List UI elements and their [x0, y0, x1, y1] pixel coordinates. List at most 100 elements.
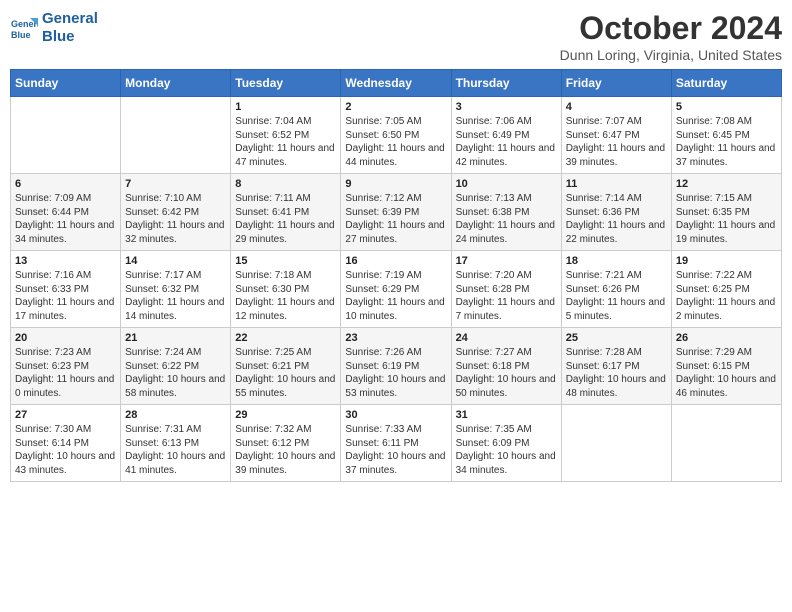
calendar-cell: 26Sunrise: 7:29 AM Sunset: 6:15 PM Dayli… [671, 328, 781, 405]
cell-info: Sunrise: 7:24 AM Sunset: 6:22 PM Dayligh… [125, 346, 226, 400]
calendar-cell: 5Sunrise: 7:08 AM Sunset: 6:45 PM Daylig… [671, 97, 781, 174]
day-number: 28 [125, 409, 226, 421]
weekday-header-sunday: Sunday [11, 70, 121, 97]
calendar-cell: 27 Sunrise: 7:30 AM Sunset: 6:14 PM Dayli… [11, 405, 121, 482]
cell-info: Sunrise: 7:26 AM Sunset: 6:19 PM Dayligh… [345, 346, 446, 400]
calendar-week-4: 20 Sunrise: 7:23 AM Sunset: 6:23 PM Dayli… [11, 328, 782, 405]
cell-info: Sunrise: 7:12 AM Sunset: 6:39 PM Dayligh… [345, 192, 446, 246]
day-number: 9 [345, 178, 446, 190]
calendar-cell [121, 97, 231, 174]
cell-info: Sunrise: 7:20 AM Sunset: 6:28 PM Dayligh… [456, 269, 557, 323]
day-number: 3 [456, 101, 557, 113]
calendar-cell: 28Sunrise: 7:31 AM Sunset: 6:13 PM Dayli… [121, 405, 231, 482]
day-number: 7 [125, 178, 226, 190]
cell-info: Sunrise: 7:35 AM Sunset: 6:09 PM Dayligh… [456, 423, 557, 477]
cell-info: Sunrise: 7:23 AM Sunset: 6:23 PM Dayligh… [15, 346, 116, 400]
logo-text: General Blue [42, 10, 98, 46]
cell-info: Sunrise: 7:30 AM Sunset: 6:14 PM Dayligh… [15, 423, 116, 477]
weekday-header-saturday: Saturday [671, 70, 781, 97]
cell-info: Sunrise: 7:22 AM Sunset: 6:25 PM Dayligh… [676, 269, 777, 323]
calendar-cell: 20 Sunrise: 7:23 AM Sunset: 6:23 PM Dayli… [11, 328, 121, 405]
day-number: 12 [676, 178, 777, 190]
day-number: 20 [15, 332, 116, 344]
calendar-cell: 11 Sunrise: 7:14 AM Sunset: 6:36 PM Dayli… [561, 174, 671, 251]
cell-info: Sunrise: 7:25 AM Sunset: 6:21 PM Dayligh… [235, 346, 336, 400]
day-number: 31 [456, 409, 557, 421]
cell-info: Sunrise: 7:06 AM Sunset: 6:49 PM Dayligh… [456, 115, 557, 169]
calendar-cell: 12Sunrise: 7:15 AM Sunset: 6:35 PM Dayli… [671, 174, 781, 251]
calendar-cell: 9 Sunrise: 7:12 AM Sunset: 6:39 PM Daylig… [341, 174, 451, 251]
page-title: October 2024 [560, 10, 782, 47]
day-number: 8 [235, 178, 336, 190]
day-number: 6 [15, 178, 116, 190]
day-number: 17 [456, 255, 557, 267]
weekday-header-wednesday: Wednesday [341, 70, 451, 97]
calendar-cell: 10 Sunrise: 7:13 AM Sunset: 6:38 PM Dayli… [451, 174, 561, 251]
calendar-cell: 7 Sunrise: 7:10 AM Sunset: 6:42 PM Daylig… [121, 174, 231, 251]
day-number: 4 [566, 101, 667, 113]
calendar-cell: 16 Sunrise: 7:19 AM Sunset: 6:29 PM Dayli… [341, 251, 451, 328]
calendar-cell: 24 Sunrise: 7:27 AM Sunset: 6:18 PM Dayli… [451, 328, 561, 405]
calendar-cell: 15 Sunrise: 7:18 AM Sunset: 6:30 PM Dayli… [231, 251, 341, 328]
day-number: 29 [235, 409, 336, 421]
calendar-cell: 19Sunrise: 7:22 AM Sunset: 6:25 PM Dayli… [671, 251, 781, 328]
cell-info: Sunrise: 7:07 AM Sunset: 6:47 PM Dayligh… [566, 115, 667, 169]
svg-text:Blue: Blue [11, 30, 31, 40]
title-block: October 2024 Dunn Loring, Virginia, Unit… [560, 10, 782, 63]
cell-info: Sunrise: 7:19 AM Sunset: 6:29 PM Dayligh… [345, 269, 446, 323]
calendar-week-3: 13 Sunrise: 7:16 AM Sunset: 6:33 PM Dayli… [11, 251, 782, 328]
cell-info: Sunrise: 7:13 AM Sunset: 6:38 PM Dayligh… [456, 192, 557, 246]
day-number: 16 [345, 255, 446, 267]
day-number: 30 [345, 409, 446, 421]
calendar-cell: 3 Sunrise: 7:06 AM Sunset: 6:49 PM Daylig… [451, 97, 561, 174]
calendar-cell: 18 Sunrise: 7:21 AM Sunset: 6:26 PM Dayli… [561, 251, 671, 328]
logo-icon: General Blue [10, 14, 38, 42]
calendar-cell [561, 405, 671, 482]
calendar-cell: 25Sunrise: 7:28 AM Sunset: 6:17 PM Dayli… [561, 328, 671, 405]
logo: General Blue General Blue [10, 10, 98, 46]
calendar-cell: 21 Sunrise: 7:24 AM Sunset: 6:22 PM Dayli… [121, 328, 231, 405]
cell-info: Sunrise: 7:17 AM Sunset: 6:32 PM Dayligh… [125, 269, 226, 323]
cell-info: Sunrise: 7:29 AM Sunset: 6:15 PM Dayligh… [676, 346, 777, 400]
calendar-cell: 31 Sunrise: 7:35 AM Sunset: 6:09 PM Dayli… [451, 405, 561, 482]
weekday-header-friday: Friday [561, 70, 671, 97]
weekday-header-thursday: Thursday [451, 70, 561, 97]
cell-info: Sunrise: 7:09 AM Sunset: 6:44 PM Dayligh… [15, 192, 116, 246]
calendar-cell: 13 Sunrise: 7:16 AM Sunset: 6:33 PM Dayli… [11, 251, 121, 328]
day-number: 10 [456, 178, 557, 190]
day-number: 15 [235, 255, 336, 267]
calendar-table: SundayMondayTuesdayWednesdayThursdayFrid… [10, 69, 782, 482]
cell-info: Sunrise: 7:21 AM Sunset: 6:26 PM Dayligh… [566, 269, 667, 323]
calendar-cell: 22 Sunrise: 7:25 AM Sunset: 6:21 PM Dayli… [231, 328, 341, 405]
cell-info: Sunrise: 7:08 AM Sunset: 6:45 PM Dayligh… [676, 115, 777, 169]
calendar-cell: 17 Sunrise: 7:20 AM Sunset: 6:28 PM Dayli… [451, 251, 561, 328]
weekday-header-tuesday: Tuesday [231, 70, 341, 97]
cell-info: Sunrise: 7:10 AM Sunset: 6:42 PM Dayligh… [125, 192, 226, 246]
cell-info: Sunrise: 7:33 AM Sunset: 6:11 PM Dayligh… [345, 423, 446, 477]
day-number: 22 [235, 332, 336, 344]
day-number: 13 [15, 255, 116, 267]
day-number: 14 [125, 255, 226, 267]
calendar-cell [671, 405, 781, 482]
cell-info: Sunrise: 7:18 AM Sunset: 6:30 PM Dayligh… [235, 269, 336, 323]
weekday-header-monday: Monday [121, 70, 231, 97]
cell-info: Sunrise: 7:16 AM Sunset: 6:33 PM Dayligh… [15, 269, 116, 323]
day-number: 2 [345, 101, 446, 113]
calendar-cell: 29Sunrise: 7:32 AM Sunset: 6:12 PM Dayli… [231, 405, 341, 482]
day-number: 11 [566, 178, 667, 190]
day-number: 27 [15, 409, 116, 421]
cell-info: Sunrise: 7:27 AM Sunset: 6:18 PM Dayligh… [456, 346, 557, 400]
calendar-cell: 14 Sunrise: 7:17 AM Sunset: 6:32 PM Dayli… [121, 251, 231, 328]
calendar-cell: 30 Sunrise: 7:33 AM Sunset: 6:11 PM Dayli… [341, 405, 451, 482]
day-number: 18 [566, 255, 667, 267]
calendar-cell: 23Sunrise: 7:26 AM Sunset: 6:19 PM Dayli… [341, 328, 451, 405]
day-number: 21 [125, 332, 226, 344]
day-number: 24 [456, 332, 557, 344]
calendar-cell: 2Sunrise: 7:05 AM Sunset: 6:50 PM Daylig… [341, 97, 451, 174]
calendar-cell: 8 Sunrise: 7:11 AM Sunset: 6:41 PM Daylig… [231, 174, 341, 251]
calendar-cell: 4 Sunrise: 7:07 AM Sunset: 6:47 PM Daylig… [561, 97, 671, 174]
cell-info: Sunrise: 7:28 AM Sunset: 6:17 PM Dayligh… [566, 346, 667, 400]
cell-info: Sunrise: 7:11 AM Sunset: 6:41 PM Dayligh… [235, 192, 336, 246]
calendar-cell [11, 97, 121, 174]
cell-info: Sunrise: 7:14 AM Sunset: 6:36 PM Dayligh… [566, 192, 667, 246]
